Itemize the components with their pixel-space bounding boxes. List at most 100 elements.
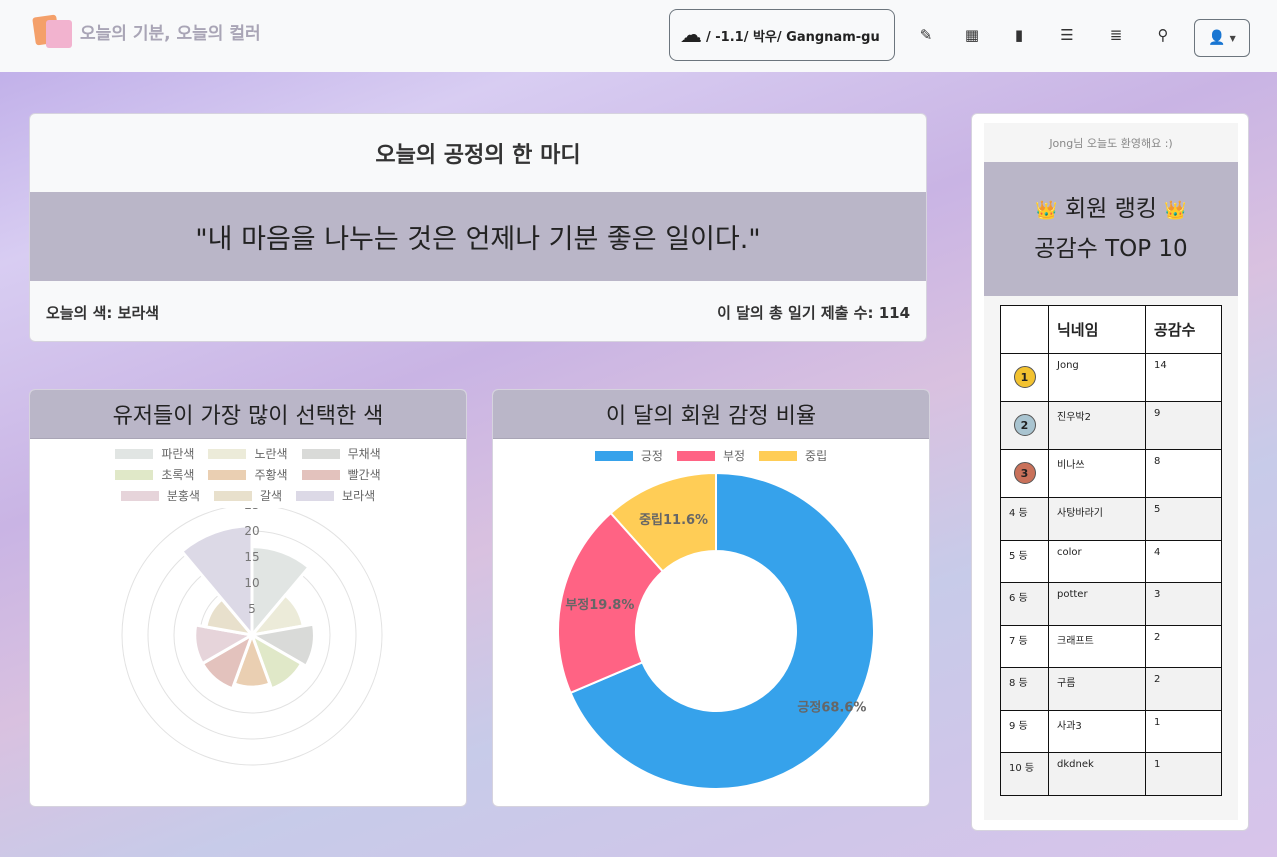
legend-swatch bbox=[208, 469, 247, 480]
count-cell: 1 bbox=[1145, 752, 1222, 796]
legend-label: 파란색 bbox=[161, 447, 195, 461]
legend-swatch bbox=[115, 469, 154, 480]
table-row: 4 등 사탕바라기 5 bbox=[1000, 497, 1222, 541]
table-row: 7 등 크래프트 2 bbox=[1000, 624, 1222, 668]
legend-item[interactable]: 초록색 bbox=[115, 466, 194, 483]
nickname-cell: 크래프트 bbox=[1048, 624, 1146, 668]
count-cell: 2 bbox=[1145, 667, 1222, 711]
legend-label: 초록색 bbox=[161, 468, 195, 482]
legend-item[interactable]: 분홍색 bbox=[120, 487, 200, 504]
legend-item[interactable]: 빨간색 bbox=[301, 466, 381, 483]
count-cell: 1 bbox=[1145, 709, 1222, 753]
legend-swatch bbox=[120, 490, 159, 501]
user-icon: 👤 bbox=[1208, 30, 1226, 46]
legend-item[interactable]: 파란색 bbox=[115, 445, 194, 462]
legend-item[interactable]: 무채색 bbox=[301, 445, 381, 462]
navbar: 오늘의 기분, 오늘의 컬러 ☁ / -1.1/ 박우/ Gangnam-gu ✎… bbox=[0, 0, 1277, 72]
count-cell: 8 bbox=[1145, 449, 1222, 498]
rank-cell: 2 bbox=[1000, 401, 1049, 450]
brand-title: 오늘의 기분, 오늘의 컬러 bbox=[80, 23, 261, 44]
donut-label: 긍정68.6% bbox=[797, 700, 866, 716]
medal-icon: 1 bbox=[1013, 366, 1036, 388]
nickname-cell: 비나쓰 bbox=[1048, 449, 1146, 498]
nickname-cell: 구름 bbox=[1048, 667, 1146, 711]
tick-label: 15 bbox=[244, 550, 259, 564]
rank-cell: 6 등 bbox=[1000, 582, 1049, 626]
color-chart-title: 유저들이 가장 많이 선택한 색 bbox=[30, 390, 466, 439]
ranking-title-line2: 공감수 TOP 10 bbox=[1034, 236, 1188, 262]
table-row: 1 Jong 14 bbox=[1000, 353, 1222, 402]
legend-label: 빨간색 bbox=[347, 468, 381, 482]
nickname-cell: potter bbox=[1048, 582, 1146, 626]
legend-label: 노란색 bbox=[254, 447, 288, 461]
ranking-title: 👑 회원 랭킹 👑 공감수 TOP 10 bbox=[984, 162, 1238, 296]
tick-label: 20 bbox=[244, 524, 259, 538]
list-alt-icon[interactable]: ≣ bbox=[1107, 26, 1125, 44]
edit-icon[interactable]: ✎ bbox=[917, 26, 935, 44]
legend-label: 갈색 bbox=[259, 489, 283, 503]
count-cell: 2 bbox=[1145, 624, 1222, 668]
ranking-title-line1: 회원 랭킹 bbox=[1065, 196, 1157, 222]
legend-item[interactable]: 갈색 bbox=[213, 487, 283, 504]
book-icon[interactable]: ▮ bbox=[1010, 26, 1028, 44]
table-row: 6 등 potter 3 bbox=[1000, 582, 1222, 626]
rank-cell: 1 bbox=[1000, 353, 1049, 402]
list-icon[interactable]: ☰ bbox=[1058, 26, 1076, 44]
nickname-cell: 진우박2 bbox=[1048, 401, 1146, 450]
legend-item[interactable]: 주황색 bbox=[208, 466, 288, 483]
color-chart-card: 유저들이 가장 많이 선택한 색 파란색 노란색 무채색초록색 주황색 빨간색분홍색 갈색… bbox=[29, 389, 467, 807]
tick-label: 25 bbox=[244, 508, 259, 512]
table-row: 3 비나쓰 8 bbox=[1000, 449, 1222, 498]
rank-cell: 10 등 bbox=[1000, 752, 1049, 796]
crown-icon: 👑 bbox=[1035, 200, 1058, 221]
count-header: 공감수 bbox=[1145, 305, 1222, 354]
donut-label: 중립11.6% bbox=[639, 513, 708, 528]
legend-swatch bbox=[759, 450, 798, 461]
color-chart-legend: 파란색 노란색 무채색초록색 주황색 빨간색분홍색 갈색 보라색 bbox=[30, 439, 466, 504]
legend-item[interactable]: 노란색 bbox=[208, 445, 288, 462]
nickname-cell: 사탕바라기 bbox=[1048, 497, 1146, 541]
legend-swatch bbox=[213, 490, 252, 501]
welcome-text: Jong님 오늘도 환영해요 :) bbox=[1049, 136, 1173, 150]
legend-swatch bbox=[676, 450, 715, 461]
diary-count: 이 달의 총 일기 제출 수: 114 bbox=[717, 303, 910, 322]
logo-icon bbox=[32, 14, 74, 48]
nickname-cell: color bbox=[1048, 539, 1146, 583]
table-row: 8 등 구름 2 bbox=[1000, 667, 1222, 711]
legend-item[interactable]: 보라색 bbox=[296, 487, 375, 504]
nickname-cell: 사과3 bbox=[1048, 709, 1146, 753]
rank-header bbox=[1000, 305, 1049, 354]
nickname-cell: dkdnek bbox=[1048, 752, 1146, 796]
count-cell: 9 bbox=[1145, 401, 1222, 450]
emotion-chart-card: 이 달의 회원 감정 비율 긍정 부정 중립 긍정68.6% 부정19.8% 중립11.… bbox=[492, 389, 930, 807]
legend-swatch bbox=[208, 448, 247, 459]
weather-button[interactable]: ☁ / -1.1/ 박우/ Gangnam-gu bbox=[669, 9, 895, 61]
rank-cell: 9 등 bbox=[1000, 709, 1049, 753]
legend-label: 무채색 bbox=[347, 447, 381, 461]
legend-swatch bbox=[301, 469, 340, 480]
count-cell: 4 bbox=[1145, 539, 1222, 583]
legend-swatch bbox=[296, 490, 335, 501]
count-cell: 5 bbox=[1145, 497, 1222, 541]
table-row: 5 등 color 4 bbox=[1000, 539, 1222, 583]
legend-label: 분홍색 bbox=[166, 489, 200, 503]
tick-label: 10 bbox=[244, 576, 259, 590]
legend-label: 보라색 bbox=[342, 489, 376, 503]
emotion-chart-title: 이 달의 회원 감정 비율 bbox=[493, 390, 929, 439]
rank-cell: 5 등 bbox=[1000, 539, 1049, 583]
rank-cell: 8 등 bbox=[1000, 667, 1049, 711]
calendar-icon[interactable]: ▦ bbox=[963, 26, 981, 44]
caret-down-icon: ▼ bbox=[1229, 33, 1236, 43]
table-row: 10 등 dkdnek 1 bbox=[1000, 752, 1222, 796]
table-row: 9 등 사과3 1 bbox=[1000, 709, 1222, 753]
donut-label: 부정19.8% bbox=[565, 597, 634, 613]
emotion-chart-legend: 긍정 부정 중립 bbox=[493, 439, 929, 464]
brand-link[interactable]: 오늘의 기분, 오늘의 컬러 bbox=[32, 14, 261, 48]
user-dropdown[interactable]: 👤 ▼ bbox=[1194, 19, 1250, 57]
quote-text: "내 마음을 나누는 것은 언제나 기분 좋은 일이다." bbox=[30, 192, 926, 281]
rank-cell: 7 등 bbox=[1000, 624, 1049, 668]
tick-label: 5 bbox=[248, 602, 256, 616]
legend-swatch bbox=[115, 448, 154, 459]
map-marker-icon[interactable]: ⚲ bbox=[1154, 26, 1172, 44]
rank-cell: 3 bbox=[1000, 449, 1049, 498]
